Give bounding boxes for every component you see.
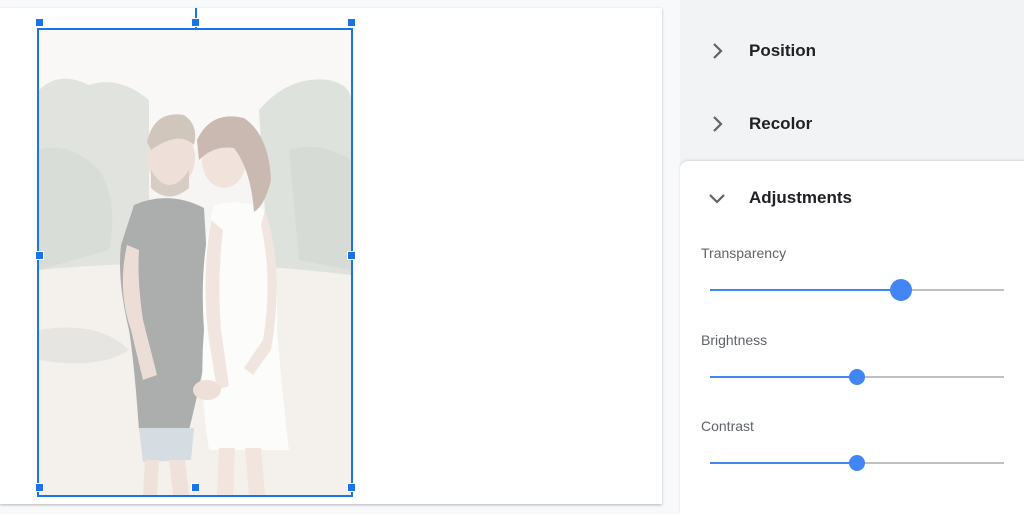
brightness-slider[interactable] xyxy=(710,367,1004,387)
slider-thumb[interactable] xyxy=(890,279,913,301)
slide-canvas xyxy=(0,0,680,514)
section-position[interactable]: Position xyxy=(680,14,1024,87)
slider-track-fill xyxy=(710,376,857,378)
section-adjustments: Adjustments Transparency Brightness Cont… xyxy=(680,161,1024,514)
photo-icon xyxy=(39,30,351,495)
resize-handle-middle-right[interactable] xyxy=(347,251,356,260)
format-options-panel: Position Recolor Adjustments Transparenc… xyxy=(680,0,1024,514)
transparency-label: Transparency xyxy=(701,245,787,261)
resize-handle-top-left[interactable] xyxy=(35,18,44,27)
chevron-down-icon xyxy=(709,193,725,204)
slider-thumb[interactable] xyxy=(849,455,865,471)
contrast-label: Contrast xyxy=(701,418,754,434)
section-position-label: Position xyxy=(749,40,817,60)
chevron-right-icon xyxy=(713,42,723,59)
resize-handle-top-center[interactable] xyxy=(191,18,200,27)
slider-thumb[interactable] xyxy=(849,369,865,385)
section-adjustments-header[interactable]: Adjustments xyxy=(680,161,1024,234)
slide[interactable] xyxy=(0,8,662,504)
slider-track-fill xyxy=(710,462,857,464)
resize-handle-bottom-left[interactable] xyxy=(35,483,44,492)
slider-track-fill xyxy=(710,289,902,291)
selected-image[interactable] xyxy=(37,28,353,497)
section-recolor-label: Recolor xyxy=(749,113,813,133)
resize-handle-middle-left[interactable] xyxy=(35,251,44,260)
resize-handle-top-right[interactable] xyxy=(347,18,356,27)
section-adjustments-label: Adjustments xyxy=(749,187,852,207)
section-recolor[interactable]: Recolor xyxy=(680,87,1024,160)
transparency-slider[interactable] xyxy=(710,279,1004,301)
resize-handle-bottom-right[interactable] xyxy=(347,483,356,492)
brightness-label: Brightness xyxy=(701,332,768,348)
chevron-right-icon xyxy=(713,115,723,132)
contrast-slider[interactable] xyxy=(710,453,1004,473)
resize-handle-bottom-center[interactable] xyxy=(191,483,200,492)
